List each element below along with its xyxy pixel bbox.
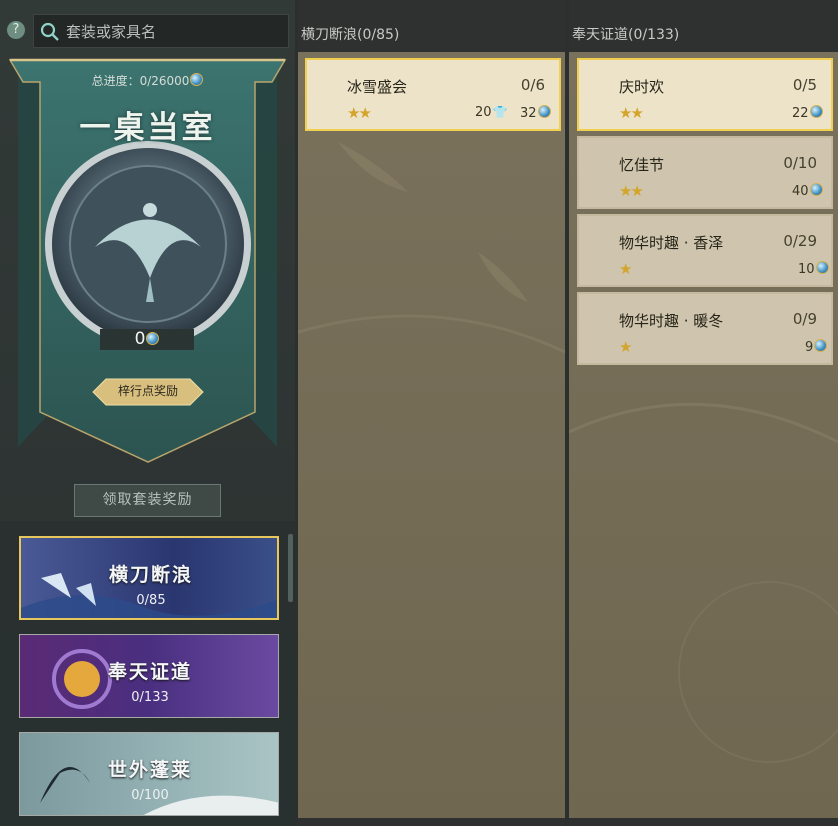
coin-icon	[809, 105, 823, 118]
column-set-2: 奉天证道(0/133) 庆时欢 0/5 ★★ 22 忆佳节 0/10 ★★ 40…	[569, 0, 838, 826]
claim-set-reward-button[interactable]: 领取套装奖励	[74, 484, 221, 517]
reward-shirt: 20👕	[475, 105, 508, 120]
coin-icon	[809, 183, 823, 196]
card-count: 0/29	[783, 232, 817, 250]
reward-coin: 32	[520, 105, 551, 121]
column-body: 庆时欢 0/5 ★★ 22 忆佳节 0/10 ★★ 40 物华时趣 · 香泽 0…	[569, 52, 838, 818]
search-box[interactable]	[33, 14, 289, 48]
collection-banner: 总进度：0/26000 一桌当室 0 梓行点奖励	[0, 52, 295, 472]
card-name: 庆时欢	[619, 78, 665, 96]
coin-icon	[190, 73, 204, 86]
set-progress: 0/100	[131, 788, 169, 803]
shirt-icon: 👕	[492, 105, 508, 119]
card-name: 忆佳节	[619, 156, 665, 174]
furniture-card[interactable]: 物华时趣 · 香泽 0/29 ★ 10	[577, 214, 833, 287]
coin-icon	[814, 339, 828, 352]
total-progress: 总进度：0/26000	[0, 72, 295, 89]
coin-icon	[537, 105, 551, 118]
search-input[interactable]	[64, 19, 283, 45]
coin-icon	[815, 261, 829, 274]
star-icon: ★★	[619, 104, 644, 122]
column-body: 冰雪盛会 0/6 ★★ 20👕 32	[298, 52, 565, 818]
card-name: 冰雪盛会	[347, 78, 408, 96]
set-list: 横刀断浪 0/85 奉天证道 0/133 世外蓬莱 0/100	[0, 521, 295, 826]
star-icon: ★	[619, 260, 633, 278]
furniture-card[interactable]: 庆时欢 0/5 ★★ 22	[577, 58, 833, 131]
card-count: 0/5	[792, 76, 817, 94]
set-card[interactable]: 横刀断浪 0/85	[19, 536, 279, 620]
card-name: 物华时趣 · 暖冬	[619, 312, 724, 330]
set-list-scrollbar[interactable]	[288, 534, 293, 602]
score-value: 0	[100, 329, 194, 350]
card-count: 0/10	[783, 154, 817, 172]
coin-icon	[146, 332, 160, 345]
set-card[interactable]: 世外蓬莱 0/100	[19, 732, 279, 816]
star-icon: ★★	[347, 104, 372, 122]
set-card[interactable]: 奉天证道 0/133	[19, 634, 279, 718]
search-icon	[40, 22, 59, 41]
card-count: 0/9	[792, 310, 817, 328]
furniture-card[interactable]: 忆佳节 0/10 ★★ 40	[577, 136, 833, 209]
furniture-card[interactable]: 物华时趣 · 暖冬 0/9 ★ 9	[577, 292, 833, 365]
column-header: 横刀断浪(0/85)	[301, 27, 400, 43]
card-count: 0/6	[520, 76, 545, 94]
help-icon[interactable]: ?	[7, 21, 25, 39]
set-progress: 0/133	[131, 690, 169, 705]
column-set-1: 横刀断浪(0/85) 冰雪盛会 0/6 ★★ 20👕 32	[298, 0, 565, 826]
star-icon: ★	[619, 338, 633, 356]
rank-reward-label: 梓行点奖励	[117, 384, 178, 398]
rank-reward-button[interactable]: 梓行点奖励	[93, 378, 203, 405]
column-bg-art	[298, 142, 565, 354]
left-panel: ? 套装或家具名 总进度：0/26000 一桌当室 0 梓行点奖励 领取套装奖励…	[0, 0, 295, 826]
set-progress: 0/85	[136, 593, 166, 608]
banner-title: 一桌当室	[79, 110, 216, 146]
star-icon: ★★	[619, 182, 644, 200]
set-name: 横刀断浪	[108, 564, 193, 586]
set-name: 世外蓬莱	[107, 759, 192, 781]
column-header: 奉天证道(0/133)	[572, 27, 680, 43]
reward-coin: 40	[792, 183, 823, 199]
set-name: 奉天证道	[107, 661, 192, 683]
reward-coin: 22	[792, 105, 823, 121]
card-name: 物华时趣 · 香泽	[619, 234, 724, 252]
reward-coin: 10	[798, 261, 829, 277]
reward-coin: 9	[805, 339, 828, 355]
furniture-card[interactable]: 冰雪盛会 0/6 ★★ 20👕 32	[305, 58, 561, 131]
